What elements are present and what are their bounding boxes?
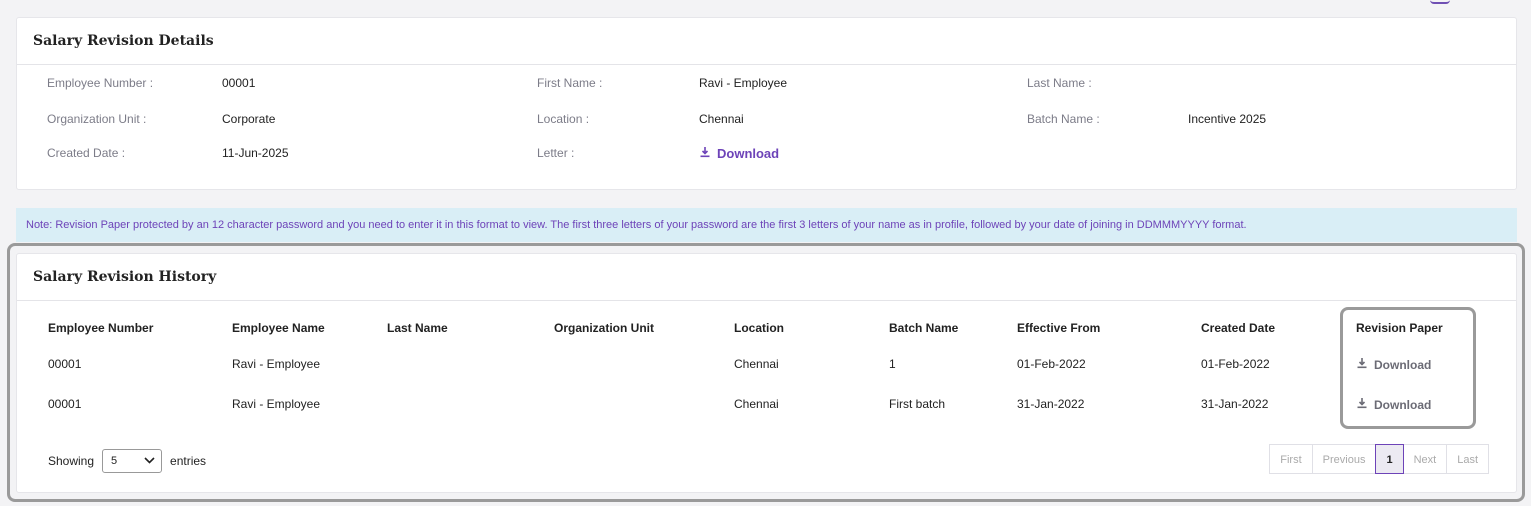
first-name-value: Ravi - Employee	[699, 76, 788, 90]
batch-name-value: Incentive 2025	[1188, 112, 1267, 126]
chevron-down-icon	[144, 455, 155, 467]
showing-label: Showing	[48, 454, 95, 468]
cell: 1	[889, 357, 896, 371]
revision-paper-highlight-box	[1340, 307, 1476, 429]
pager-page-1-button[interactable]: 1	[1375, 444, 1404, 474]
history-title: Salary Revision History	[17, 254, 1516, 301]
pager-last-button[interactable]: Last	[1446, 444, 1489, 474]
cell	[554, 384, 734, 424]
page-size-value: 5	[111, 455, 118, 467]
details-row: Created Date : 11-Jun-2025 Letter : Down…	[17, 146, 1516, 166]
cell	[387, 344, 554, 384]
password-note: Note: Revision Paper protected by an 12 …	[16, 208, 1517, 242]
table-row: 00001 Ravi - Employee Chennai 1 01-Feb-2…	[17, 344, 1517, 384]
letter-label: Letter :	[537, 146, 575, 160]
cell: 31-Jan-2022	[1201, 397, 1269, 411]
top-link-underline	[1430, 0, 1450, 4]
location-label: Location :	[537, 112, 590, 126]
cell	[387, 384, 554, 424]
details-row: Organization Unit : Corporate Location :…	[17, 112, 1516, 132]
cell: Chennai	[734, 397, 779, 411]
organization-unit-label: Organization Unit :	[47, 112, 147, 126]
salary-revision-details-card: Salary Revision Details Employee Number …	[16, 17, 1517, 190]
col-location: Location	[734, 321, 784, 335]
salary-revision-history-card: Salary Revision History Employee Number …	[16, 253, 1517, 493]
created-date-value: 11-Jun-2025	[222, 146, 289, 160]
organization-unit-value: Corporate	[222, 112, 276, 126]
download-icon	[699, 146, 711, 161]
letter-download-link[interactable]: Download	[699, 146, 779, 161]
employee-number-value: 00001	[222, 76, 256, 90]
cell: Ravi - Employee	[232, 357, 321, 371]
pager-previous-button[interactable]: Previous	[1311, 444, 1377, 474]
table-header-row: Employee Number Employee Name Last Name …	[17, 312, 1517, 344]
col-employee-number: Employee Number	[48, 321, 154, 335]
page-size-select[interactable]: 5	[102, 449, 163, 473]
col-created-date: Created Date	[1201, 321, 1276, 335]
cell: 01-Feb-2022	[1201, 357, 1270, 371]
pager-first-button[interactable]: First	[1269, 444, 1313, 474]
cell: Chennai	[734, 357, 779, 371]
pagination: First Previous 1 Next Last	[1269, 444, 1489, 474]
employee-number-label: Employee Number :	[47, 76, 154, 90]
details-row: Employee Number : 00001 First Name : Rav…	[17, 76, 1516, 96]
letter-download-label: Download	[717, 146, 780, 161]
col-batch-name: Batch Name	[889, 321, 959, 335]
last-name-label: Last Name :	[1027, 76, 1092, 90]
created-date-label: Created Date :	[47, 146, 126, 160]
details-title: Salary Revision Details	[17, 18, 1516, 65]
batch-name-label: Batch Name :	[1027, 112, 1100, 126]
col-organization-unit: Organization Unit	[554, 321, 654, 335]
cell	[554, 344, 734, 384]
cell: 00001	[48, 357, 82, 371]
col-last-name: Last Name	[387, 321, 448, 335]
history-table: Employee Number Employee Name Last Name …	[17, 312, 1517, 424]
col-employee-name: Employee Name	[232, 321, 325, 335]
col-effective-from: Effective From	[1017, 321, 1101, 335]
cell: 00001	[48, 397, 82, 411]
cell: 31-Jan-2022	[1017, 397, 1085, 411]
table-row: 00001 Ravi - Employee Chennai First batc…	[17, 384, 1517, 424]
pager-next-button[interactable]: Next	[1402, 444, 1448, 474]
cell: Ravi - Employee	[232, 397, 321, 411]
entries-label: entries	[170, 454, 207, 468]
page-size-control: Showing 5 entries	[48, 449, 206, 473]
location-value: Chennai	[699, 112, 744, 126]
first-name-label: First Name :	[537, 76, 603, 90]
cell: 01-Feb-2022	[1017, 357, 1086, 371]
cell: First batch	[889, 397, 946, 411]
